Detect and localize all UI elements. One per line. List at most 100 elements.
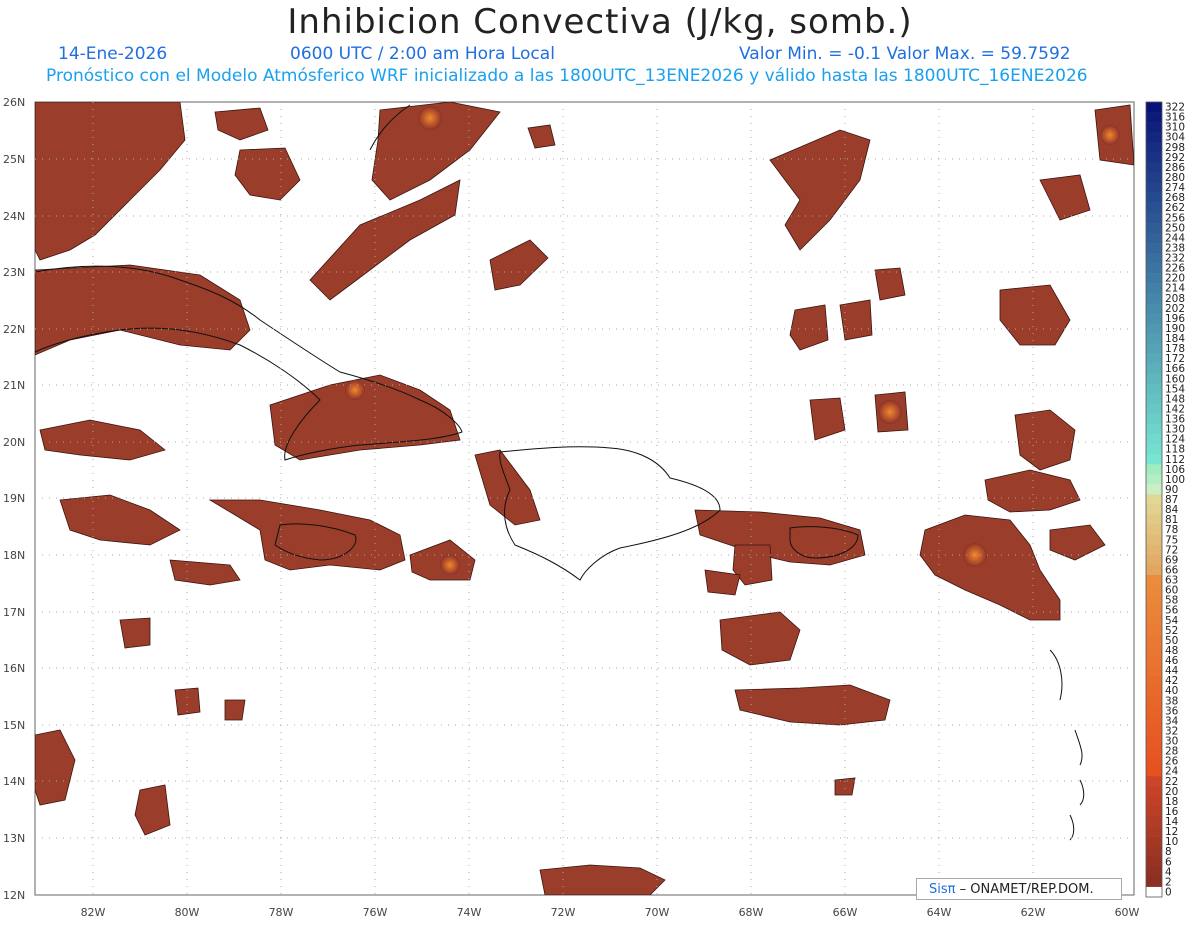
colorbar-swatch <box>1146 273 1162 284</box>
colorbar-swatch <box>1146 283 1162 294</box>
colorbar-swatch <box>1146 132 1162 143</box>
colorbar-swatch <box>1146 222 1162 234</box>
lon-label: 82W <box>81 906 106 919</box>
colorbar-swatch <box>1146 544 1162 556</box>
colorbar-swatch <box>1146 554 1162 566</box>
colorbar-swatch <box>1146 866 1162 878</box>
lon-label: 64W <box>927 906 952 919</box>
lat-label: 25N <box>3 153 25 166</box>
colorbar-swatch <box>1146 464 1162 475</box>
lon-label: 68W <box>739 906 764 919</box>
colorbar-swatch <box>1146 886 1162 898</box>
colorbar-swatch <box>1146 202 1162 213</box>
colorbar-swatch <box>1146 162 1162 173</box>
colorbar-swatch <box>1146 383 1162 395</box>
colorbar-swatch <box>1146 816 1162 827</box>
colorbar-swatch <box>1146 564 1162 576</box>
lon-label: 66W <box>833 906 858 919</box>
colorbar-swatch <box>1146 776 1162 787</box>
colorbar-swatch <box>1146 514 1162 525</box>
colorbar-swatch <box>1146 232 1162 244</box>
colorbar-swatch <box>1146 735 1162 747</box>
colorbar-swatch <box>1146 504 1162 515</box>
colorbar-swatch <box>1146 756 1162 767</box>
lat-label: 22N <box>3 323 25 336</box>
colorbar-swatch <box>1146 534 1162 546</box>
colorbar-swatch <box>1146 293 1162 304</box>
colorbar-swatch <box>1146 826 1162 837</box>
colorbar-swatch <box>1146 605 1162 616</box>
colorbar-swatch <box>1146 454 1162 465</box>
colorbar-swatch <box>1146 152 1162 163</box>
colorbar-swatch <box>1146 524 1162 536</box>
lat-label: 13N <box>3 832 25 845</box>
colorbar-swatch <box>1146 172 1162 183</box>
cin-patch <box>119 617 151 649</box>
colorbar-swatch <box>1146 645 1162 656</box>
colorbar-swatch <box>1146 192 1162 203</box>
colorbar-swatch <box>1146 403 1162 415</box>
lat-label: 19N <box>3 492 25 505</box>
lat-label: 20N <box>3 436 25 449</box>
colorbar-swatch <box>1146 484 1162 495</box>
colorbar-swatch <box>1146 242 1162 254</box>
colorbar-swatch <box>1146 585 1162 596</box>
colorbar-swatch <box>1146 212 1162 224</box>
colorbar-swatch <box>1146 303 1162 314</box>
colorbar-swatch <box>1146 424 1162 435</box>
colorbar-swatch <box>1146 655 1162 666</box>
lat-label: 21N <box>3 379 25 392</box>
plot-frame <box>34 101 1135 896</box>
colorbar-swatch <box>1146 353 1162 364</box>
colorbar-swatch <box>1146 595 1162 606</box>
lat-label: 15N <box>3 719 25 732</box>
colorbar-swatch <box>1146 786 1162 797</box>
colorbar-swatch <box>1146 252 1162 264</box>
colorbar-swatch <box>1146 413 1162 425</box>
colorbar-swatch <box>1146 705 1162 717</box>
colorbar-swatch <box>1146 112 1162 123</box>
colorbar-swatch <box>1146 766 1162 777</box>
colorbar-swatch <box>1146 876 1162 888</box>
latitude-labels: 26N 25N 24N 23N 22N 21N 20N 19N 18N 17N … <box>3 96 25 902</box>
cin-patch <box>834 777 856 796</box>
colorbar-swatch <box>1146 846 1162 858</box>
cin-patch <box>174 687 201 716</box>
map-canvas: 26N 25N 24N 23N 22N 21N 20N 19N 18N 17N … <box>3 96 1185 919</box>
lon-label: 70W <box>645 906 670 919</box>
lat-label: 23N <box>3 266 25 279</box>
lat-label: 18N <box>3 549 25 562</box>
colorbar-swatch <box>1146 494 1162 505</box>
colorbar-swatch <box>1146 142 1162 153</box>
lon-label: 74W <box>457 906 482 919</box>
colorbar-swatch <box>1146 574 1162 586</box>
colorbar-label: 0 <box>1165 886 1172 898</box>
lon-label: 60W <box>1115 906 1140 919</box>
lat-label: 14N <box>3 775 25 788</box>
lat-label: 12N <box>3 889 25 902</box>
credit-box: Sisπ – ONAMET/REP.DOM. <box>916 878 1122 900</box>
colorbar-swatch <box>1146 363 1162 375</box>
colorbar-swatch <box>1146 836 1162 847</box>
colorbar: 3223163103042982922862802742682622562502… <box>1145 102 1185 898</box>
cin-max-spot <box>440 555 460 575</box>
lat-label: 24N <box>3 210 25 223</box>
lat-label: 26N <box>3 96 25 109</box>
lat-label: 17N <box>3 606 25 619</box>
colorbar-swatch <box>1146 434 1162 445</box>
colorbar-swatch <box>1146 625 1162 636</box>
colorbar-swatch <box>1146 695 1162 707</box>
colorbar-swatch <box>1146 333 1162 344</box>
colorbar-swatch <box>1146 182 1162 193</box>
colorbar-swatch <box>1146 665 1162 676</box>
colorbar-swatch <box>1146 343 1162 354</box>
colorbar-swatch <box>1146 856 1162 868</box>
cin-max-spot <box>1100 125 1120 145</box>
colorbar-swatch <box>1146 715 1162 727</box>
cin-patch <box>874 267 906 301</box>
lat-label: 16N <box>3 662 25 675</box>
colorbar-swatch <box>1146 635 1162 646</box>
colorbar-swatch <box>1146 675 1162 686</box>
colorbar-swatch <box>1146 746 1162 757</box>
colorbar-swatch <box>1146 323 1162 334</box>
